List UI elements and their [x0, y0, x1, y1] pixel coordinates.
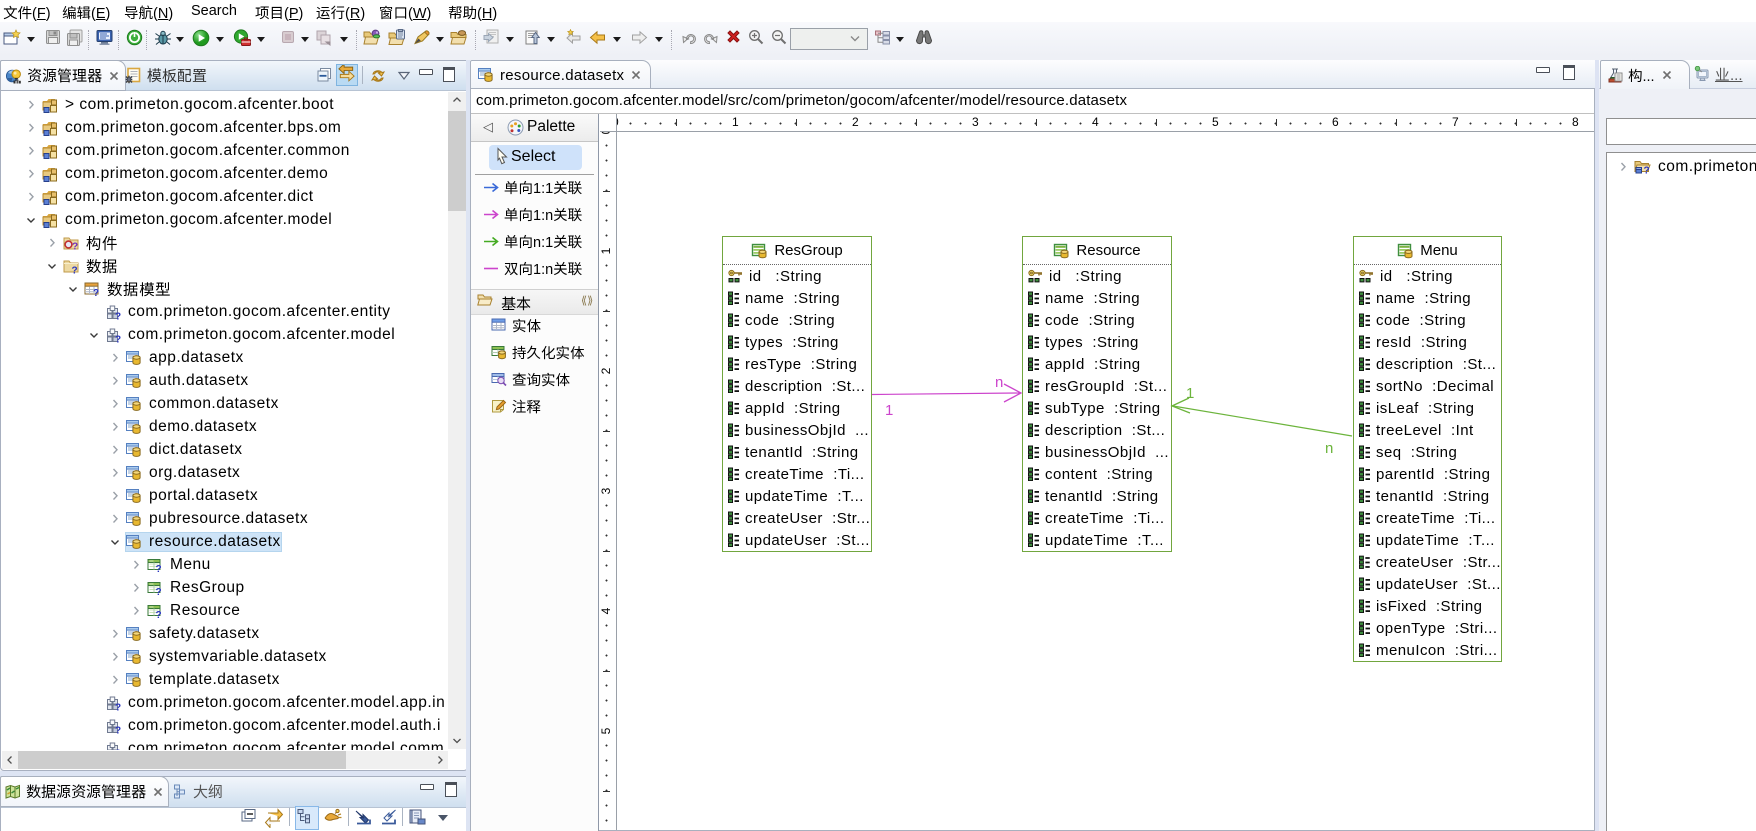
svg-text:?: ?	[115, 334, 121, 343]
svg-text:?: ?	[156, 610, 163, 619]
svg-text:?: ?	[156, 564, 163, 573]
svg-text:n: n	[1325, 440, 1333, 457]
svg-text:1: 1	[1186, 385, 1194, 402]
svg-text:?: ?	[72, 265, 79, 274]
svg-text:?: ?	[93, 288, 100, 297]
svg-text:1: 1	[885, 402, 893, 419]
svg-text:?: ?	[115, 311, 121, 320]
svg-text:?: ?	[1644, 166, 1651, 176]
svg-text:?: ?	[115, 725, 121, 734]
svg-text:?: ?	[156, 587, 163, 596]
svg-text:?: ?	[115, 748, 121, 750]
svg-text:?: ?	[115, 702, 121, 711]
svg-text:?: ?	[72, 241, 79, 251]
svg-text:n: n	[995, 374, 1003, 391]
